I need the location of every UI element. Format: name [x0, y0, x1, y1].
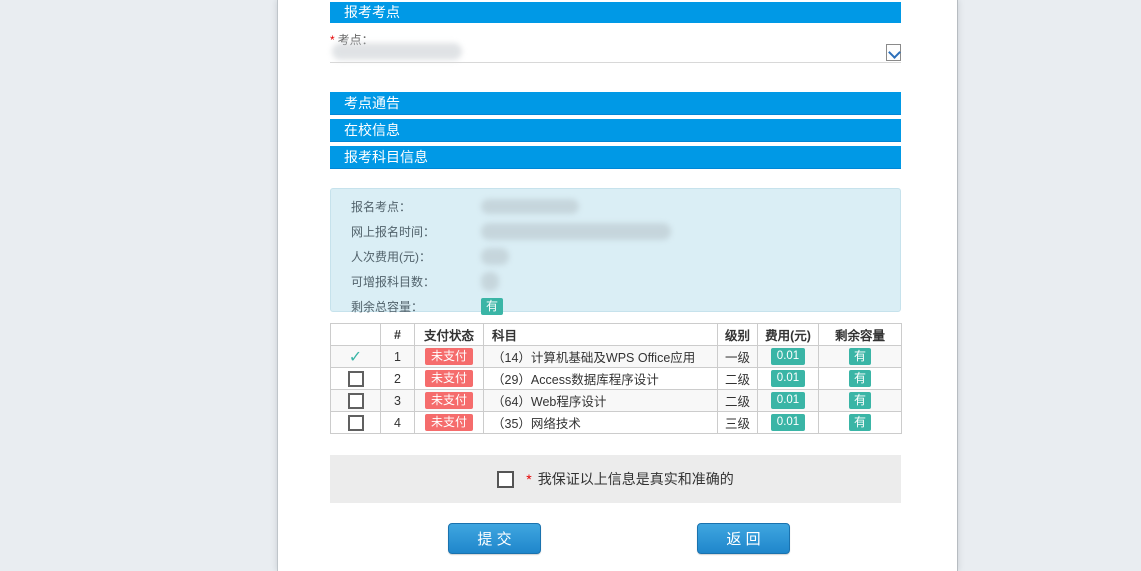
info-row-label: 人次费用(元)： [331, 248, 481, 265]
cell-fee: 0.01 [758, 346, 819, 368]
section-bar-label: 在校信息 [344, 122, 400, 138]
info-value-redacted [481, 199, 579, 214]
cell-level: 三级 [718, 412, 758, 434]
subjects-table-body: ✓ 1 未支付 （14）计算机基础及WPS Office应用一级 0.01 有 2 未支付 （2… [331, 346, 902, 434]
info-row: 网上报名时间： [331, 219, 900, 244]
info-row: 报名考点： [331, 194, 900, 219]
cell-number: 2 [381, 368, 415, 390]
cell-number: 1 [381, 346, 415, 368]
cell-fee: 0.01 [758, 412, 819, 434]
column-header [331, 324, 381, 346]
cell-capacity: 有 [819, 346, 902, 368]
chevron-down-icon [888, 46, 901, 59]
info-row: 可增报科目数： [331, 269, 900, 294]
fee-badge: 0.01 [771, 370, 805, 387]
table-row: ✓ 1 未支付 （14）计算机基础及WPS Office应用一级 0.01 有 [331, 346, 902, 368]
capacity-badge: 有 [849, 348, 871, 365]
row-checkbox[interactable] [348, 393, 364, 409]
required-marker: * [526, 471, 531, 487]
info-row: 剩余总容量：有 [331, 294, 900, 319]
row-checkbox[interactable] [348, 371, 364, 387]
submit-button[interactable]: 提 交 [448, 523, 541, 554]
info-value-redacted [481, 272, 499, 291]
cell-subject: （64）Web程序设计 [484, 390, 718, 412]
cell-select [331, 368, 381, 390]
cell-select [331, 390, 381, 412]
section-bars: 考点通告在校信息报考科目信息 [330, 92, 901, 173]
capacity-badge: 有 [849, 370, 871, 387]
cell-subject: （29）Access数据库程序设计 [484, 368, 718, 390]
section-header-exam-site: 报考考点 [330, 2, 901, 23]
back-button[interactable]: 返 回 [697, 523, 790, 554]
cell-level: 一级 [718, 346, 758, 368]
cell-fee: 0.01 [758, 368, 819, 390]
cell-number: 4 [381, 412, 415, 434]
cell-fee: 0.01 [758, 390, 819, 412]
registration-form: 报考考点 *考点： 考点通告在校信息报考科目信息 报名考点：网上报名时间：人次费… [330, 0, 901, 571]
subjects-table: #支付状态科目级别费用(元)剩余容量 ✓ 1 未支付 （14）计算机基础及WPS Of… [330, 323, 902, 434]
exam-site-dropdown[interactable] [886, 44, 901, 61]
cell-capacity: 有 [819, 412, 902, 434]
cell-level: 二级 [718, 390, 758, 412]
column-header: 支付状态 [415, 324, 484, 346]
info-row-label: 剩余总容量： [331, 298, 481, 315]
section-bar[interactable]: 在校信息 [330, 119, 901, 142]
subjects-table-header: #支付状态科目级别费用(元)剩余容量 [331, 324, 902, 346]
table-row: 2 未支付 （29）Access数据库程序设计二级 0.01 有 [331, 368, 902, 390]
column-header: 级别 [718, 324, 758, 346]
status-badge: 未支付 [425, 414, 473, 431]
info-value-redacted [481, 223, 671, 240]
field-underline [330, 62, 901, 63]
fee-badge: 0.01 [771, 414, 805, 431]
exam-site-info-panel: 报名考点： 网上报名时间： 人次费用(元)： 可增报科目数： 剩余总容量：有 [330, 188, 901, 312]
cell-status: 未支付 [415, 368, 484, 390]
column-header: 科目 [484, 324, 718, 346]
cell-select: ✓ [331, 346, 381, 368]
cell-level: 二级 [718, 368, 758, 390]
cell-status: 未支付 [415, 390, 484, 412]
exam-site-value-redacted [332, 43, 462, 60]
capacity-badge: 有 [481, 298, 503, 315]
confirm-checkbox[interactable] [497, 471, 514, 488]
page: 报考考点 *考点： 考点通告在校信息报考科目信息 报名考点：网上报名时间：人次费… [0, 0, 1141, 571]
info-row: 人次费用(元)： [331, 244, 900, 269]
capacity-badge: 有 [849, 414, 871, 431]
confirmation-label: 我保证以上信息是真实和准确的 [538, 469, 734, 489]
section-bar-label: 报考科目信息 [344, 149, 428, 165]
row-checkbox[interactable] [348, 415, 364, 431]
cell-status: 未支付 [415, 346, 484, 368]
section-bar[interactable]: 考点通告 [330, 92, 901, 115]
cell-status: 未支付 [415, 412, 484, 434]
section-bar[interactable]: 报考科目信息 [330, 146, 901, 169]
cell-capacity: 有 [819, 390, 902, 412]
table-row: 4 未支付 （35）网络技术三级 0.01 有 [331, 412, 902, 434]
info-row-label: 可增报科目数： [331, 273, 481, 290]
confirmation-bar: * 我保证以上信息是真实和准确的 [330, 455, 901, 503]
status-badge: 未支付 [425, 370, 473, 387]
cell-subject: （35）网络技术 [484, 412, 718, 434]
cell-number: 3 [381, 390, 415, 412]
column-header: 剩余容量 [819, 324, 902, 346]
info-row-label: 网上报名时间： [331, 223, 481, 240]
cell-select [331, 412, 381, 434]
check-icon: ✓ [349, 349, 362, 366]
cell-capacity: 有 [819, 368, 902, 390]
info-row-label: 报名考点： [331, 198, 481, 215]
info-value-redacted [481, 248, 509, 265]
table-row: 3 未支付 （64）Web程序设计二级 0.01 有 [331, 390, 902, 412]
status-badge: 未支付 [425, 348, 473, 365]
fee-badge: 0.01 [771, 348, 805, 365]
status-badge: 未支付 [425, 392, 473, 409]
cell-subject: （14）计算机基础及WPS Office应用 [484, 346, 718, 368]
column-header: 费用(元) [758, 324, 819, 346]
column-header: # [381, 324, 415, 346]
section-bar-label: 考点通告 [344, 95, 400, 111]
section-title: 报考考点 [344, 4, 400, 20]
capacity-badge: 有 [849, 392, 871, 409]
fee-badge: 0.01 [771, 392, 805, 409]
